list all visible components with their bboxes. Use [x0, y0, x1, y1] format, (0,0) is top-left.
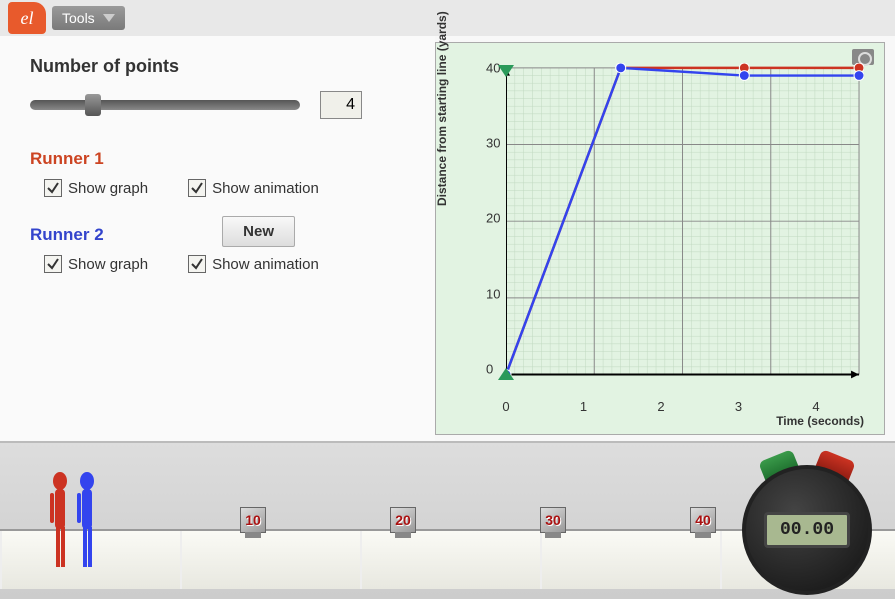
- checkbox-icon: [188, 255, 206, 273]
- runner1-heading: Runner 1: [30, 149, 405, 169]
- slider-thumb[interactable]: [85, 94, 101, 116]
- runner1-figure: [45, 469, 75, 579]
- distance-marker: 30: [540, 507, 566, 533]
- x-tick: 4: [812, 399, 819, 414]
- y-tick: 0: [486, 361, 493, 376]
- distance-marker: 20: [390, 507, 416, 533]
- checkbox-label: Show graph: [68, 180, 148, 197]
- points-heading: Number of points: [30, 56, 405, 77]
- points-input[interactable]: [320, 91, 362, 119]
- tools-dropdown[interactable]: Tools: [52, 6, 125, 30]
- stopwatch: 00.00: [737, 455, 877, 595]
- checkbox-icon: [188, 179, 206, 197]
- checkbox-icon: [44, 255, 62, 273]
- y-tick: 20: [486, 211, 500, 226]
- runner1-show-animation-checkbox[interactable]: Show animation: [188, 179, 319, 197]
- checkbox-label: Show graph: [68, 256, 148, 273]
- runner2-heading: Runner 2: [30, 225, 104, 245]
- checkbox-icon: [44, 179, 62, 197]
- chart-plot: [506, 63, 864, 394]
- distance-marker: 10: [240, 507, 266, 533]
- runner1-show-graph-checkbox[interactable]: Show graph: [44, 179, 148, 197]
- y-tick: 10: [486, 286, 500, 301]
- track-area: 10 20 30 40 00.00: [0, 441, 895, 599]
- tools-label: Tools: [62, 10, 95, 26]
- x-tick: 2: [657, 399, 664, 414]
- new-button[interactable]: New: [222, 216, 295, 247]
- runner2-show-animation-checkbox[interactable]: Show animation: [188, 255, 319, 273]
- checkbox-label: Show animation: [212, 180, 319, 197]
- x-tick: 0: [502, 399, 509, 414]
- runner2-show-graph-checkbox[interactable]: Show graph: [44, 255, 148, 273]
- points-slider[interactable]: [30, 100, 300, 110]
- chevron-down-icon: [103, 14, 115, 22]
- axis-drag-handle[interactable]: [498, 368, 514, 380]
- x-tick: 3: [735, 399, 742, 414]
- x-axis-label: Time (seconds): [776, 414, 864, 428]
- runner2-figure: [72, 469, 102, 579]
- axis-drag-handle[interactable]: [498, 65, 514, 77]
- chart-panel: Distance from starting line (yards) Time…: [435, 42, 885, 435]
- y-axis-label: Distance from starting line (yards): [435, 11, 449, 206]
- stopwatch-display: 00.00: [764, 512, 850, 548]
- controls-panel: Number of points Runner 1 Show graph Sho…: [0, 36, 435, 441]
- distance-marker: 40: [690, 507, 716, 533]
- y-tick: 30: [486, 136, 500, 151]
- x-tick: 1: [580, 399, 587, 414]
- checkbox-label: Show animation: [212, 256, 319, 273]
- app-logo: el: [8, 2, 46, 34]
